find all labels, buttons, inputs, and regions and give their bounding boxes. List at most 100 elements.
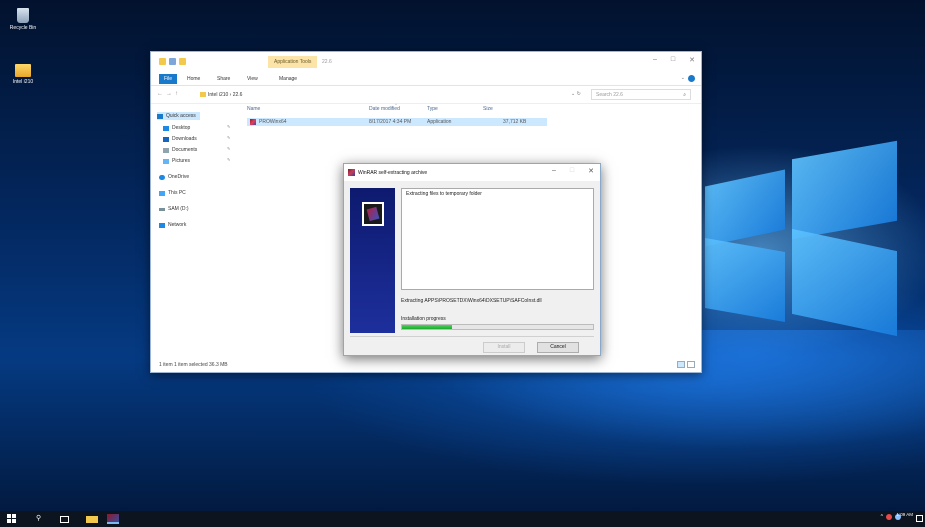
sidebar-item-documents[interactable]: Documents [163,146,197,154]
winrar-icon [348,169,355,176]
close-icon[interactable]: ✕ [588,167,594,175]
install-button[interactable]: Install [483,342,525,353]
start-button[interactable] [7,514,19,524]
search-input[interactable]: Search 22.6 ⌕ [591,89,691,100]
tab-share[interactable]: Share [217,74,230,84]
security-icon[interactable] [886,514,892,520]
desktop-icon [163,125,169,131]
notifications-icon[interactable] [916,515,923,522]
refresh-icon[interactable]: ⌄ ↻ [571,91,581,97]
winrar-banner [350,188,395,333]
windows-logo-icon-part [7,519,11,523]
up-icon[interactable]: ↑ [175,91,181,97]
winrar-taskbar-icon[interactable] [107,514,119,524]
clock-time: 1:09 AM [896,512,913,517]
application-tools-tab[interactable]: Application Tools [268,56,318,68]
pin-icon[interactable]: ✎ [227,146,230,151]
desktop-icon-intel-folder[interactable]: Intel i210 [3,64,43,85]
folder-icon [15,64,31,77]
sidebar-item-desktop[interactable]: Desktop [163,124,190,132]
minimize-icon[interactable]: – [653,56,657,64]
documents-icon [163,147,169,153]
view-toggle [677,361,695,368]
sidebar-item-quick-access[interactable]: Quick access [157,112,200,120]
divider [350,336,594,337]
maximize-icon[interactable]: □ [671,56,675,64]
current-file-label: Extracting APPS\PROSETDX\Winx64\DXSETUP\… [401,298,542,304]
window-controls: – □ ✕ [653,56,695,64]
address-row: ←→↑ Intel i210 › 22.6 ⌄ ↻ Search 22.6 ⌕ [151,86,701,104]
sidebar-item-downloads[interactable]: Downloads [163,135,197,143]
network-icon [159,222,165,228]
navigation-pane: Quick access Desktop ✎ Downloads ✎ Docum… [151,106,241,356]
back-icon[interactable]: ← [157,91,166,97]
downloads-icon [163,136,169,142]
windows-logo-icon-part [12,514,16,518]
large-icons-view-icon[interactable] [687,361,695,368]
sidebar-item-label: Desktop [172,125,191,131]
minimize-icon[interactable]: – [552,167,556,175]
column-header-type[interactable]: Type [427,106,438,112]
desktop-icon-label: Intel i210 [12,79,34,85]
log-line: Extracting files to temporary folder [406,191,482,197]
desktop-icon-recycle-bin[interactable]: Recycle Bin [3,8,43,31]
help-icon[interactable] [688,75,695,82]
close-icon[interactable]: ✕ [689,56,695,64]
wallpaper-window-pane [705,237,785,323]
desktop-icon-label: Recycle Bin [9,25,37,31]
wallpaper-window-pane [792,140,897,240]
dialog-title: WinRAR self-extracting archive [358,170,428,176]
address-bar[interactable]: Intel i210 › 22.6 [195,89,650,100]
sidebar-item-label: Network [168,222,187,228]
tab-manage[interactable]: Manage [279,74,297,84]
windows-logo-icon-part [12,519,16,523]
taskbar: ⚲ ^ 1:09 AM [0,511,925,527]
pin-icon[interactable]: ✎ [227,157,230,162]
sidebar-item-label: This PC [168,190,186,196]
windows-logo-icon [7,514,11,518]
file-size: 37,712 KB [503,119,527,125]
task-view-icon[interactable] [60,516,69,523]
forward-icon[interactable]: → [166,91,175,97]
winrar-logo-icon [362,202,384,226]
sidebar-item-onedrive[interactable]: OneDrive [159,173,189,181]
dialog-controls: – □ ✕ [552,167,594,175]
explorer-titlebar[interactable]: Application Tools 22.6 – □ ✕ [151,52,701,72]
address-path: Intel i210 › 22.6 [208,92,243,98]
column-header-date[interactable]: Date modified [369,106,400,112]
application-icon [250,119,256,125]
column-header-size[interactable]: Size [483,106,493,112]
star-icon [157,113,163,119]
sidebar-item-network[interactable]: Network [159,221,186,229]
column-header-name[interactable]: Name [247,106,260,112]
clock[interactable]: 1:09 AM [896,512,913,518]
tab-home[interactable]: Home [187,74,200,84]
new-folder-icon[interactable] [179,58,186,65]
sidebar-item-sam-drive[interactable]: SAM (D:) [159,205,189,213]
sidebar-item-label: Quick access [166,113,196,119]
sidebar-item-pictures[interactable]: Pictures [163,157,190,165]
expand-ribbon-icon[interactable]: ⌄ [681,75,685,81]
pc-icon [159,190,165,196]
file-name: PROWinx64 [259,119,287,125]
sidebar-item-this-pc[interactable]: This PC [159,189,186,197]
pin-icon[interactable]: ✎ [227,135,230,140]
properties-icon[interactable] [169,58,176,65]
table-row[interactable]: PROWinx64 8/17/2017 4:34 PM Application … [247,118,547,126]
wallpaper-window-pane [792,228,897,337]
installation-progress-bar [401,324,594,330]
tab-file[interactable]: File [159,74,177,84]
tab-view[interactable]: View [247,74,258,84]
pin-icon[interactable]: ✎ [227,124,230,129]
details-view-icon[interactable] [677,361,685,368]
folder-icon[interactable] [159,58,166,65]
cancel-button[interactable]: Cancel [537,342,579,353]
window-title: 22.6 [322,59,332,65]
search-icon[interactable]: ⚲ [36,514,48,524]
winrar-titlebar[interactable]: WinRAR self-extracting archive – □ ✕ [344,164,600,181]
file-explorer-taskbar-icon[interactable] [86,516,98,523]
desktop: Recycle Bin Intel i210 Application Tools… [0,0,925,511]
search-icon: ⌕ [683,92,686,98]
chevron-up-icon[interactable]: ^ [881,514,883,520]
progress-fill [402,325,452,329]
